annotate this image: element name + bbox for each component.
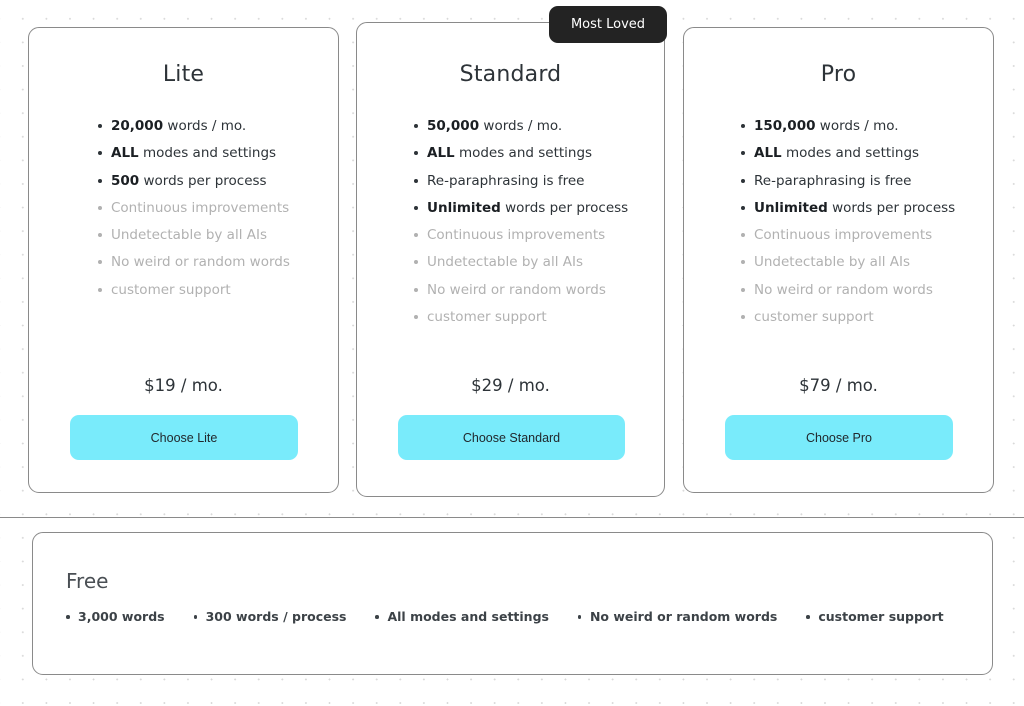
feature-highlight: 150,000 [754,118,816,134]
feature-item: Continuous improvements [98,195,338,222]
feature-item: Unlimited words per process [414,195,664,222]
most-loved-badge-label: Most Loved [570,17,646,32]
feature-item: Undetectable by all AIs [98,222,338,249]
feature-item: 50,000 words / mo. [414,113,664,140]
feature-highlight: 50,000 [427,118,480,134]
feature-item: ALL modes and settings [414,140,664,167]
free-feature-item: No weird or random words [577,609,777,624]
plan-price-standard: $29 / mo. [471,376,550,395]
feature-item: Continuous improvements [414,222,664,249]
feature-highlight: ALL [427,145,455,162]
feature-item: customer support [414,304,664,331]
most-loved-badge: Most Loved [549,6,667,43]
feature-item: Re-paraphrasing is free [741,168,993,195]
feature-highlight: Unlimited [754,199,828,216]
free-feature-item: 3,000 words [66,609,165,624]
choose-lite-button[interactable]: Choose Lite [70,415,298,460]
plan-card-lite[interactable]: Lite 20,000 words / mo. ALL modes and set… [28,27,339,493]
feature-item: ALL modes and settings [741,140,993,167]
plan-title-standard: Standard [459,62,562,87]
feature-item: Continuous improvements [741,222,993,249]
free-feature-item: All modes and settings [375,609,549,624]
plan-title-lite: Lite [162,62,205,87]
free-feature-item: 300 words / process [193,609,346,624]
feature-highlight: 20,000 [111,118,164,134]
feature-item: 500 words per process [98,168,338,195]
plan-card-pro[interactable]: Pro 150,000 words / mo. ALL modes and set… [683,27,994,493]
feature-highlight: ALL [754,145,782,162]
feature-list-lite: 20,000 words / mo. ALL modes and settings… [29,113,338,304]
choose-pro-button[interactable]: Choose Pro [725,415,953,460]
plan-title-pro: Pro [820,62,857,87]
feature-item: No weird or random words [741,277,993,304]
plan-card-standard[interactable]: Standard 50,000 words / mo. ALL modes and… [356,22,665,497]
pricing-plans-row: Most Loved Lite 20,000 words / mo. ALL mo… [0,0,1024,500]
feature-highlight: ALL [111,145,139,162]
section-divider [0,517,1024,518]
feature-item: customer support [741,304,993,331]
feature-item: No weird or random words [98,249,338,276]
feature-list-free: 3,000 words 300 words / process All modes … [66,609,944,624]
feature-item: ALL modes and settings [98,140,338,167]
feature-item: Re-paraphrasing is free [414,168,664,195]
feature-item: Undetectable by all AIs [741,249,993,276]
feature-item: No weird or random words [414,277,664,304]
feature-item: 150,000 words / mo. [741,113,993,140]
feature-item: Undetectable by all AIs [414,249,664,276]
plan-title-free: Free [66,569,109,593]
feature-item: Unlimited words per process [741,195,993,222]
feature-list-pro: 150,000 words / mo. ALL modes and setting… [684,113,993,331]
choose-standard-button[interactable]: Choose Standard [398,415,625,460]
feature-list-standard: 50,000 words / mo. ALL modes and settings… [357,113,664,331]
feature-item: customer support [98,277,338,304]
free-feature-item: customer support [806,609,944,624]
feature-highlight: Unlimited [427,199,501,216]
plan-price-pro: $79 / mo. [799,376,878,395]
plan-card-free: Free 3,000 words 300 words / process All m… [32,532,993,675]
plan-price-lite: $19 / mo. [144,376,223,395]
feature-highlight: 500 [111,172,140,189]
feature-item: 20,000 words / mo. [98,113,338,140]
